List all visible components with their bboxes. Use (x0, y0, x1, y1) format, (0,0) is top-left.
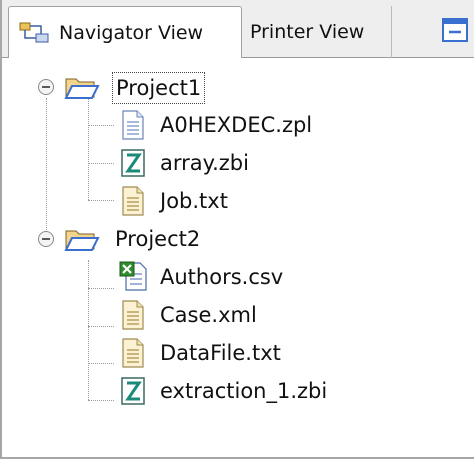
tree-item-file[interactable]: Job.txt (2, 184, 474, 220)
tree-item-file[interactable]: Case.xml (2, 298, 474, 334)
tree-item-file[interactable]: DataFile.txt (2, 336, 474, 372)
tree-item-file[interactable]: Authors.csv (2, 260, 474, 296)
collapse-all-icon[interactable] (440, 16, 470, 44)
file-name: DataFile.txt (160, 341, 281, 365)
tab-printer-view[interactable]: Printer View (242, 6, 392, 58)
navigator-panel: Navigator View Printer View Project1 A0H… (0, 0, 474, 459)
file-name: Job.txt (160, 189, 228, 213)
tree-item-file[interactable]: A0HEXDEC.zpl (2, 108, 474, 144)
project-tree: Project1 A0HEXDEC.zpl array.zbi Job.txt … (2, 58, 474, 457)
collapse-toggle-icon[interactable] (37, 78, 55, 96)
zbi-file-icon (121, 149, 145, 177)
tree-item-project2[interactable]: Project2 (2, 222, 474, 258)
tab-navigator-view[interactable]: Navigator View (8, 6, 242, 58)
navigator-tree-icon (19, 22, 49, 43)
project-name: Project2 (115, 227, 201, 251)
text-file-icon (122, 338, 144, 368)
tree-item-file[interactable]: array.zbi (2, 146, 474, 182)
tree-item-file[interactable]: extraction_1.zbi (2, 374, 474, 410)
project-name: Project1 (112, 72, 206, 104)
file-name: A0HEXDEC.zpl (160, 113, 313, 137)
file-name: Authors.csv (160, 265, 284, 289)
tree-item-project1[interactable]: Project1 (2, 70, 474, 106)
open-folder-icon (64, 78, 100, 99)
text-file-icon (122, 186, 144, 216)
file-name: array.zbi (160, 151, 249, 175)
tab-navigator-label: Navigator View (59, 22, 204, 44)
file-name: extraction_1.zbi (160, 379, 328, 403)
text-file-icon (122, 300, 144, 330)
collapse-toggle-icon[interactable] (37, 230, 55, 248)
tab-printer-label: Printer View (250, 21, 365, 43)
csv-file-icon (119, 261, 147, 291)
file-name: Case.xml (160, 303, 257, 327)
tab-bar: Navigator View Printer View (2, 0, 474, 58)
document-icon (122, 110, 144, 140)
open-folder-icon (64, 230, 100, 251)
zbi-file-icon (121, 377, 145, 405)
